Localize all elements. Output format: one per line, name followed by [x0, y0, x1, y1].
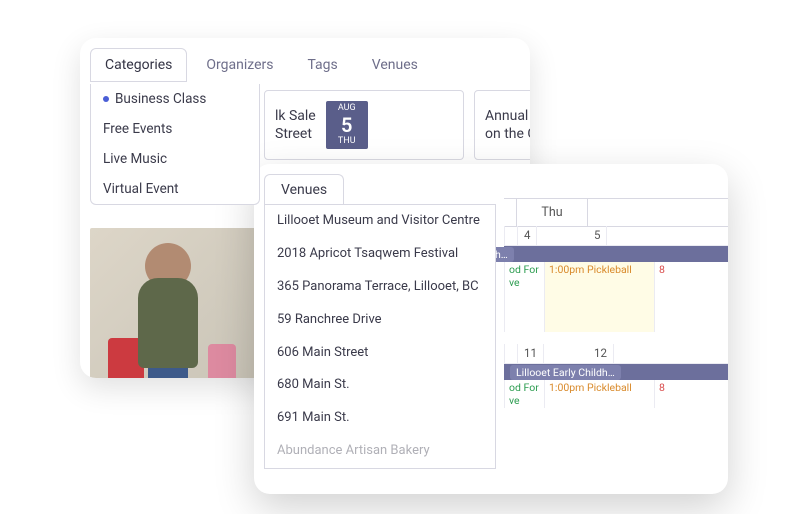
event-title: lk Sale Street [275, 107, 316, 143]
event-card[interactable]: Annual Sidewalk S on the Church Str [474, 90, 530, 160]
tab-venues-back[interactable]: Venues [357, 48, 433, 82]
cal-event[interactable]: 8 [654, 262, 724, 290]
category-label: Business Class [115, 91, 206, 107]
venue-item[interactable]: Lillooet Museum and Visitor Centre [265, 205, 495, 238]
calendar-date-row: 4 5 [504, 226, 728, 246]
cal-date: 5 [536, 226, 606, 245]
venue-item[interactable]: 2018 Apricot Tsaqwem Festival [265, 238, 495, 271]
cal-event[interactable]: od Forve [504, 380, 544, 408]
venue-item[interactable]: 606 Main Street [265, 337, 495, 370]
tab-tags[interactable]: Tags [292, 48, 352, 82]
tab-organizers[interactable]: Organizers [191, 48, 288, 82]
venue-item[interactable]: 691 Main St. [265, 402, 495, 435]
category-label: Free Events [103, 121, 172, 137]
calendar-grid: Thu 4 5 ildh… od Forve 1:00pm Pickleball… [504, 198, 728, 494]
cal-date: 4 [517, 226, 536, 245]
venue-item[interactable]: 59 Ranchree Drive [265, 304, 495, 337]
cal-date: 12 [543, 344, 613, 363]
cal-event[interactable]: od Forve [504, 262, 544, 290]
calendar-event-band[interactable]: Lillooet Early Childh… [504, 364, 728, 380]
category-item[interactable]: Virtual Event [91, 174, 259, 204]
band-label: Lillooet Early Childh… [510, 365, 621, 380]
cal-header-thu: Thu [517, 199, 587, 226]
tab-venues-front[interactable]: Venues [264, 174, 344, 205]
cal-event[interactable]: 1:00pm Pickleball [544, 262, 654, 290]
venues-dropdown: Lillooet Museum and Visitor Centre 2018 … [264, 204, 496, 469]
cal-event[interactable]: 8 [654, 380, 724, 408]
event-date-badge: AUG 5 THU [326, 101, 368, 149]
calendar-panel: Venues Lillooet Museum and Visitor Centr… [254, 164, 728, 494]
calendar-header-row: Thu [504, 198, 728, 227]
badge-dow: THU [338, 137, 356, 146]
venue-item[interactable]: 365 Panorama Terrace, Lillooet, BC [265, 271, 495, 304]
category-item[interactable]: Business Class [91, 84, 259, 114]
event-card[interactable]: lk Sale Street AUG 5 THU [264, 90, 464, 160]
badge-month: AUG [338, 104, 356, 113]
calendar-event-band[interactable]: ildh… [504, 246, 728, 262]
event-title: Annual Sidewalk S on the Church Str [485, 107, 530, 143]
tab-categories[interactable]: Categories [90, 48, 187, 82]
category-label: Virtual Event [103, 181, 179, 197]
venue-item[interactable]: 680 Main St. [265, 369, 495, 402]
category-item[interactable]: Free Events [91, 114, 259, 144]
category-item[interactable]: Live Music [91, 144, 259, 174]
bullet-icon [103, 96, 109, 102]
category-label: Live Music [103, 151, 167, 167]
filter-tabs: Categories Organizers Tags Venues [80, 38, 530, 82]
categories-dropdown: Business Class Free Events Live Music Vi… [90, 84, 260, 205]
calendar-date-row: 11 12 [504, 344, 728, 364]
badge-day: 5 [341, 115, 352, 135]
venue-item[interactable]: Abundance Artisan Bakery [265, 435, 495, 468]
cal-date: 11 [517, 344, 543, 363]
cal-event[interactable]: 1:00pm Pickleball [544, 380, 654, 408]
